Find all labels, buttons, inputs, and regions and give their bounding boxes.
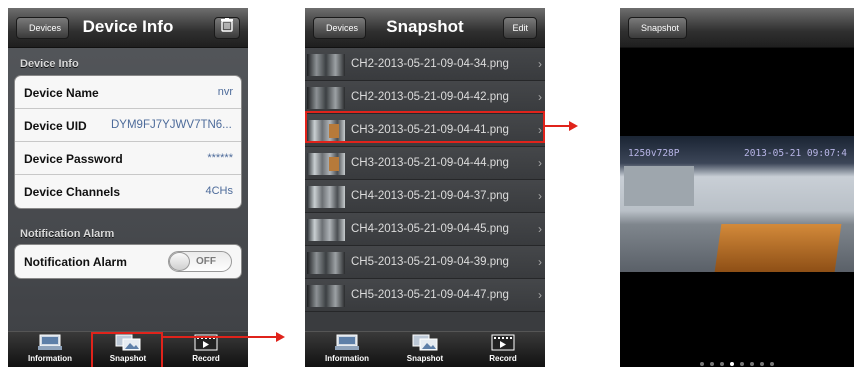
overlay-timestamp-text: 2013-05-21 09:07:4 [744, 148, 847, 159]
device-uid-label: Device UID [24, 119, 87, 133]
chevron-right-icon: › [538, 288, 542, 302]
information-tab-icon [37, 334, 63, 351]
delete-button[interactable] [214, 17, 240, 39]
page-dot [700, 362, 704, 366]
snapshot-thumbnail [307, 54, 345, 76]
page-dot [740, 362, 744, 366]
edit-button[interactable]: Edit [503, 17, 537, 39]
page-indicator [620, 353, 854, 367]
thumbnail-chair [329, 157, 339, 171]
device-channels-label: Device Channels [24, 185, 121, 199]
chevron-right-icon: › [538, 222, 542, 236]
tab-information[interactable]: Information [309, 334, 385, 367]
tab-information-label: Information [28, 354, 72, 363]
snapshot-filename: CH5-2013-05-21-09-04-39.png [351, 256, 509, 268]
nav-bar: Devices Device Info [8, 8, 248, 48]
record-tab-icon [490, 334, 516, 351]
snapshot-list-item[interactable]: CH4-2013-05-21-09-04-37.png › [305, 180, 545, 213]
snapshot-tab-highlight [91, 332, 163, 367]
tab-bar: Information Snapshot Record [305, 331, 545, 367]
page-title: Device Info [82, 17, 174, 36]
tab-record[interactable]: Record [168, 334, 244, 367]
snapshot-thumbnail [307, 219, 345, 241]
snapshot-filename: CH2-2013-05-21-09-04-34.png [351, 58, 509, 70]
snapshot-viewer-screen: Snapshot 1250v728P 2013-05-21 09:07:4 [620, 8, 854, 367]
device-password-row[interactable]: Device Password ****** [15, 142, 241, 175]
snapshot-list-item[interactable]: CH2-2013-05-21-09-04-34.png › [305, 48, 545, 81]
information-tab-icon [334, 334, 360, 351]
device-info-group: Device Name nvr Device UID DYM9FJ7YJWV7T… [14, 75, 242, 209]
snapshot-filename: CH5-2013-05-21-09-04-47.png [351, 289, 509, 301]
device-name-label: Device Name [24, 86, 99, 100]
snapshot-list-item[interactable]: CH4-2013-05-21-09-04-45.png › [305, 213, 545, 246]
device-password-value: ****** [207, 152, 233, 164]
snapshot-list-item[interactable]: CH3-2013-05-21-09-04-44.png › [305, 147, 545, 180]
selected-snapshot-highlight [305, 111, 545, 143]
arrow-to-viewer-screen [545, 125, 571, 127]
snapshot-filename: CH4-2013-05-21-09-04-37.png [351, 190, 509, 202]
section-header-notification: Notification Alarm [20, 228, 115, 240]
arrow-to-snapshot-screen [163, 336, 278, 338]
device-name-row[interactable]: Device Name nvr [15, 76, 241, 109]
toggle-state-label: OFF [196, 256, 216, 267]
snapshot-thumbnail [307, 285, 345, 307]
snapshot-list-item[interactable]: CH2-2013-05-21-09-04-42.png › [305, 81, 545, 114]
tab-information-label: Information [325, 354, 369, 363]
snapshot-thumbnail [307, 87, 345, 109]
device-channels-value: 4CHs [205, 185, 233, 197]
device-password-label: Device Password [24, 152, 123, 166]
snapshot-tab-icon [412, 334, 438, 351]
trash-icon [221, 18, 233, 35]
device-uid-row[interactable]: Device UID DYM9FJ7YJWV7TN6... [15, 109, 241, 142]
page-dot [760, 362, 764, 366]
chevron-right-icon: › [538, 156, 542, 170]
nav-bar: Snapshot [620, 8, 854, 48]
device-info-screen: Devices Device Info Device Info Device N… [8, 8, 248, 367]
snapshot-image[interactable]: 1250v728P 2013-05-21 09:07:4 [620, 136, 854, 272]
page-dot [720, 362, 724, 366]
arrow-head [569, 121, 578, 131]
chevron-right-icon: › [538, 57, 542, 71]
tab-information[interactable]: Information [12, 334, 88, 367]
snapshot-list-item[interactable]: CH5-2013-05-21-09-04-39.png › [305, 246, 545, 279]
back-button-label: Snapshot [641, 23, 680, 33]
chevron-right-icon: › [538, 90, 542, 104]
snapshot-filename: CH2-2013-05-21-09-04-42.png [351, 91, 509, 103]
snapshot-filename: CH3-2013-05-21-09-04-44.png [351, 157, 509, 169]
tab-snapshot[interactable]: Snapshot [387, 334, 463, 367]
snapshot-screen: Devices Snapshot Edit CH2-2013-05-21-09-… [305, 8, 545, 367]
tab-record-label: Record [192, 354, 220, 363]
toggle-knob [169, 252, 190, 271]
notification-alarm-label: Notification Alarm [24, 255, 127, 269]
tab-record-label: Record [489, 354, 517, 363]
page-dot-active [730, 362, 734, 366]
tab-snapshot-label: Snapshot [406, 354, 444, 363]
snapshot-thumbnail [307, 186, 345, 208]
chevron-right-icon: › [538, 189, 542, 203]
photo-chair [714, 224, 842, 272]
nav-bar: Devices Snapshot Edit [305, 8, 545, 48]
snapshot-list-item[interactable]: CH5-2013-05-21-09-04-47.png › [305, 279, 545, 312]
notification-alarm-row: Notification Alarm OFF [15, 245, 241, 278]
snapshot-back-button[interactable]: Snapshot [628, 17, 688, 39]
page-dot [770, 362, 774, 366]
overlay-resolution-text: 1250v728P [628, 148, 680, 159]
notification-group: Notification Alarm OFF [14, 244, 242, 279]
snapshot-thumbnail [307, 153, 345, 175]
chevron-right-icon: › [538, 255, 542, 269]
device-channels-row[interactable]: Device Channels 4CHs [15, 175, 241, 208]
page-dot [710, 362, 714, 366]
tab-record[interactable]: Record [465, 334, 541, 367]
device-uid-value: DYM9FJ7YJWV7TN6... [111, 119, 232, 131]
photo-window [624, 166, 694, 206]
snapshot-thumbnail [307, 252, 345, 274]
arrow-head [276, 332, 285, 342]
page-dot [750, 362, 754, 366]
section-header-device-info: Device Info [20, 58, 79, 70]
snapshot-filename: CH4-2013-05-21-09-04-45.png [351, 223, 509, 235]
device-name-value: nvr [217, 86, 233, 98]
notification-alarm-toggle[interactable]: OFF [168, 251, 232, 272]
